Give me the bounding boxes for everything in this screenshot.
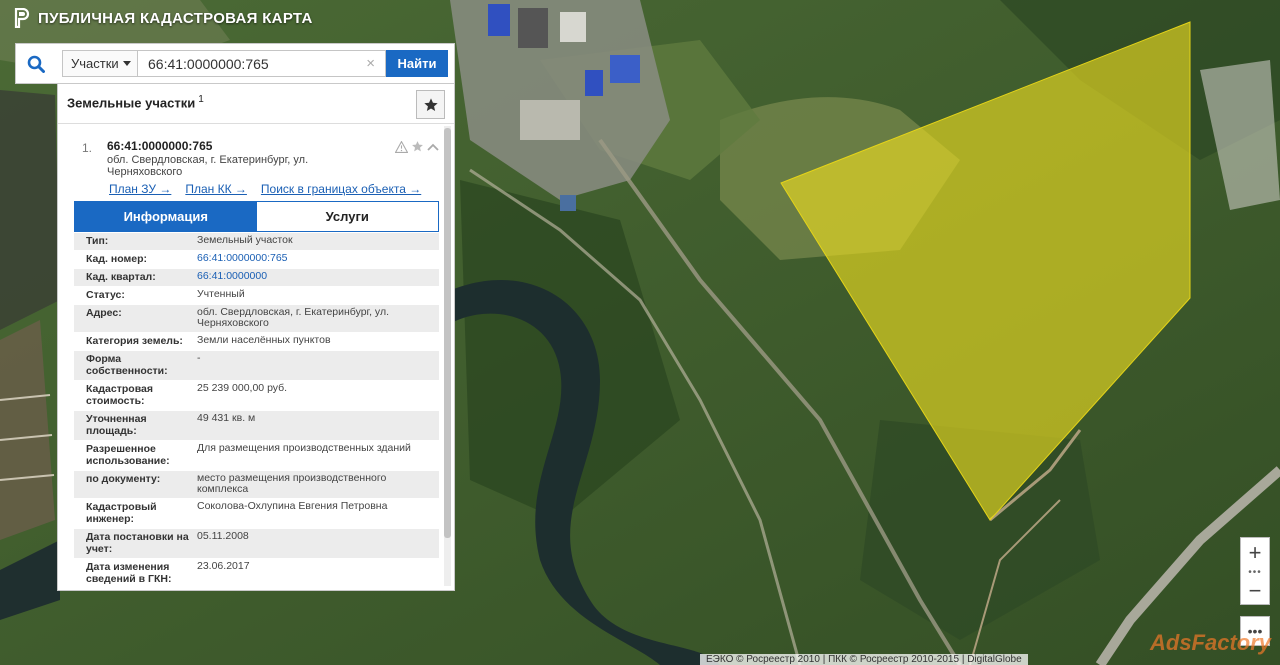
info-row-label: Тип:	[86, 235, 109, 247]
info-row-value: 25 239 000,00 руб.	[197, 382, 288, 394]
app-title: ПУБЛИЧНАЯ КАДАСТРОВАЯ КАРТА	[14, 8, 313, 28]
zoom-in-button[interactable]: +	[1241, 538, 1269, 568]
info-row-value: Учтенный	[197, 288, 245, 300]
tab-info[interactable]: Информация	[75, 202, 257, 231]
watermark: AdsFactory	[1150, 630, 1272, 655]
zoom-level-indicator: •••	[1248, 566, 1262, 578]
map-attribution: ЕЭКО © Росреестр 2010 | ПКК © Росреестр …	[700, 654, 1028, 665]
star-icon[interactable]	[411, 140, 424, 153]
info-row-value: -	[197, 352, 201, 364]
info-row-value: обл. Свердловская, г. Екатеринбург, ул. …	[197, 306, 389, 329]
info-row: по документу: место размещения производст…	[74, 471, 439, 499]
zoom-out-button[interactable]: −	[1241, 576, 1269, 606]
info-row-label: Статус:	[86, 289, 125, 301]
panel-title: Земельные участки 1	[67, 94, 204, 110]
info-row-value: Соколова-Охлупина Евгения Петровна	[197, 500, 388, 512]
info-row: Дата изменения сведений в ГКН: 23.06.2017	[74, 559, 439, 589]
results-panel: Земельные участки 1 1. 66:41:0000000:765 …	[57, 84, 455, 591]
info-row-label: Уточненная площадь:	[86, 413, 147, 437]
info-row-value: Земельный участок	[197, 234, 293, 246]
info-row-value: место размещения производственного компл…	[197, 472, 387, 495]
app-title-text: ПУБЛИЧНАЯ КАДАСТРОВАЯ КАРТА	[38, 9, 313, 27]
info-row: Кад. номер: 66:41:0000000:765	[74, 251, 439, 269]
panel-title-text: Земельные участки	[67, 95, 196, 111]
info-row: Категория земель: Земли населённых пункто…	[74, 333, 439, 351]
search-input[interactable]: 66:41:0000000:765 ×	[138, 50, 386, 77]
find-button[interactable]: Найти	[386, 50, 448, 77]
scrollbar-thumb[interactable]	[444, 128, 451, 538]
search-icon[interactable]	[16, 44, 56, 83]
info-row-label: Кад. квартал:	[86, 271, 156, 283]
result-tabs: Информация Услуги	[74, 201, 439, 232]
info-row: Разрешенное использование: Для размещения…	[74, 441, 439, 471]
info-row: Дата постановки на учет: 05.11.2008	[74, 529, 439, 559]
object-type-label: Участки	[71, 56, 119, 71]
info-row-value: 49 431 кв. м	[197, 412, 256, 424]
link-search-in-bounds[interactable]: Поиск в границах объекта →	[261, 182, 421, 196]
clear-icon[interactable]: ×	[366, 55, 375, 72]
info-row-label: Кадастровая стоимость:	[86, 383, 153, 407]
search-bar: Участки 66:41:0000000:765 × Найти	[15, 43, 455, 84]
info-row-value[interactable]: 66:41:0000000	[194, 271, 434, 283]
info-row: Уточненная площадь: 49 431 кв. м	[74, 411, 439, 441]
results-count: 1	[198, 94, 204, 105]
chevron-down-icon	[123, 61, 131, 66]
info-row-value: 05.11.2008	[197, 530, 249, 542]
info-row-value: Земли населённых пунктов	[197, 334, 331, 346]
info-row-label: Адрес:	[86, 307, 122, 319]
info-table: Тип: Земельный участок Кад. номер: 66:41:00…	[74, 233, 439, 589]
result-address: обл. Свердловская, г. Екатеринбург, ул. …	[107, 154, 309, 178]
info-row: Статус: Учтенный	[74, 287, 439, 305]
link-plan-zu[interactable]: План ЗУ →	[109, 182, 171, 196]
info-row-label: Дата изменения сведений в ГКН:	[86, 561, 172, 585]
result-index: 1.	[82, 141, 93, 155]
tab-services[interactable]: Услуги	[256, 202, 438, 231]
info-row-label: Кадастровый инженер:	[86, 501, 157, 525]
result-cad-number[interactable]: 66:41:0000000:765	[107, 139, 212, 153]
info-row-value: Для размещения производственных зданий	[197, 442, 411, 454]
logo-icon	[14, 8, 30, 28]
result-links: План ЗУ → План КК → Поиск в границах объ…	[109, 182, 421, 196]
info-row: Кадастровая стоимость: 25 239 000,00 руб.	[74, 381, 439, 411]
panel-header: Земельные участки 1	[58, 84, 454, 124]
info-row-label: по документу:	[86, 473, 161, 485]
info-row: Тип: Земельный участок	[74, 233, 439, 251]
zoom-control: + ••• −	[1240, 537, 1270, 605]
info-row-label: Кад. номер:	[86, 253, 148, 265]
info-row-label: Форма собственности:	[86, 353, 168, 377]
info-row-value[interactable]: 66:41:0000000:765	[194, 253, 434, 265]
chevron-up-icon[interactable]	[427, 142, 439, 152]
favorites-button[interactable]	[416, 90, 445, 119]
info-row-label: Разрешенное использование:	[86, 443, 170, 467]
star-icon	[423, 97, 438, 111]
search-query: 66:41:0000000:765	[148, 55, 269, 72]
scrollbar[interactable]	[444, 126, 451, 586]
result-tools	[395, 140, 439, 153]
info-row: Кадастровый инженер: Соколова-Охлупина Ев…	[74, 499, 439, 529]
link-plan-kk[interactable]: План КК →	[185, 182, 247, 196]
info-row-label: Дата постановки на учет:	[86, 531, 189, 555]
info-row: Форма собственности: -	[74, 351, 439, 381]
info-row: Кад. квартал: 66:41:0000000	[74, 269, 439, 287]
info-row: Адрес: обл. Свердловская, г. Екатеринбург…	[74, 305, 439, 333]
warning-icon[interactable]	[395, 140, 408, 153]
info-row-label: Категория земель:	[86, 335, 183, 347]
object-type-select[interactable]: Участки	[62, 50, 138, 77]
info-row-value: 23.06.2017	[197, 560, 250, 572]
